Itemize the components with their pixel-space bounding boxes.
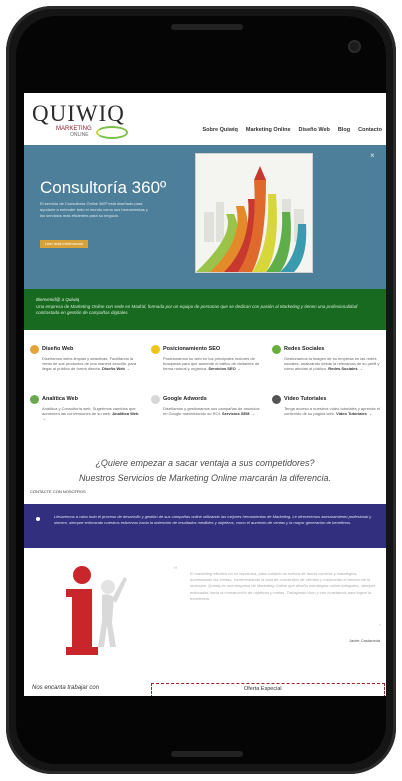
service-text: Gestionamos la imagen de su empresa en l… xyxy=(272,356,384,372)
logo-subtitle-2: ONLINE xyxy=(70,132,89,138)
service-redes-sociales: Redes Sociales Gestionamos la imagen de … xyxy=(272,345,384,372)
speaker-top xyxy=(171,24,243,30)
quote-open-icon: “ xyxy=(174,565,177,575)
quote-close-icon: ” xyxy=(379,625,381,631)
service-title: Redes Sociales xyxy=(272,345,384,354)
service-link[interactable]: Redes Sociales → xyxy=(328,366,362,371)
logo-swoosh-icon xyxy=(96,126,128,139)
service-text: Diseñamos y gestionamos sus campañas de … xyxy=(151,406,263,416)
service-link[interactable]: Servicios SEO → xyxy=(208,366,240,371)
camera-icon xyxy=(348,40,361,53)
service-title: Posicionamiento SEO xyxy=(151,345,263,354)
growth-chart-icon xyxy=(196,154,312,272)
process-band: Llevaremos a cabo todo el proceso de des… xyxy=(24,504,386,548)
service-title: Vídeo Tutoriales xyxy=(272,395,384,404)
service-title-text: Diseño Web xyxy=(42,346,74,352)
service-title: Analítica Web xyxy=(30,395,142,404)
nav-blog[interactable]: Blog xyxy=(338,127,350,133)
service-link[interactable]: Vídeo Tutoriales → xyxy=(336,411,372,416)
welcome-banner: Bienvenid@ a Quiwiq Una empresa de Marke… xyxy=(24,289,386,330)
special-offer-label: Oferta Especial xyxy=(244,686,282,692)
info-person-icon xyxy=(66,566,127,655)
service-title: Diseño Web xyxy=(30,345,142,354)
lightbulb-icon xyxy=(151,345,160,354)
nav-diseno-web[interactable]: Diseño Web xyxy=(299,127,330,133)
hero-close-icon[interactable]: × xyxy=(370,151,375,160)
service-text: Analítica y Consultoría web. Sugerimos c… xyxy=(30,406,142,422)
special-offer-box[interactable]: Oferta Especial xyxy=(151,683,385,696)
hero-text: El servicio de Consultoría Online 360º e… xyxy=(40,201,148,218)
service-title-text: Posicionamiento SEO xyxy=(163,346,221,352)
info-figure-illustration xyxy=(64,563,130,655)
hero-title: Consultoría 360º xyxy=(40,178,167,197)
service-link[interactable]: Servicios SEM → xyxy=(222,411,255,416)
testimonial-text: El marketing efectivo no se improvisa, p… xyxy=(190,571,376,601)
site-logo[interactable]: QUIWIQ xyxy=(32,102,125,125)
service-analitica-web: Analítica Web Analítica y Consultoría we… xyxy=(30,395,142,422)
main-nav: Sobre Quiwiq Marketing Online Diseño Web… xyxy=(202,127,382,133)
services-grid: Diseño Web Diseñamos webs limpias y atra… xyxy=(24,345,386,446)
service-title-text: Redes Sociales xyxy=(284,346,325,352)
speaker-bottom xyxy=(171,751,243,757)
cta-statement: Nuestros Servicios de Marketing Online m… xyxy=(78,473,332,483)
hero-growth-illustration xyxy=(195,153,313,273)
analytics-icon xyxy=(30,395,39,404)
service-text: Diseñamos webs limpias y atractivas. Fac… xyxy=(30,356,142,372)
service-text: Tenga acceso a nuestros vídeo tutoriales… xyxy=(272,406,384,416)
service-title: Google Adwords xyxy=(151,395,263,404)
testimonial-author: Javier Castaneda xyxy=(349,638,381,643)
video-icon xyxy=(272,395,281,404)
service-video-tutoriales: Vídeo Tutoriales Tenga acceso a nuestros… xyxy=(272,395,384,416)
site-header: QUIWIQ MARKETING ONLINE Sobre Quiwiq Mar… xyxy=(24,93,386,146)
bullet-icon xyxy=(36,517,40,521)
cta-question: ¿Quiere empezar a sacar ventaja a sus co… xyxy=(95,458,315,468)
clients-heading: Nos encanta trabajar con xyxy=(32,685,100,691)
service-google-adwords: Google Adwords Diseñamos y gestionamos s… xyxy=(151,395,263,416)
phone-screen: QUIWIQ MARKETING ONLINE Sobre Quiwiq Mar… xyxy=(24,93,386,696)
nav-sobre-quiwiq[interactable]: Sobre Quiwiq xyxy=(202,127,237,133)
service-link[interactable]: Diseño Web → xyxy=(102,366,130,371)
service-seo: Posicionamiento SEO Posicionamos su web … xyxy=(151,345,263,372)
service-title-text: Vídeo Tutoriales xyxy=(284,396,327,402)
nav-marketing-online[interactable]: Marketing Online xyxy=(246,127,291,133)
nav-contacto[interactable]: Contacto xyxy=(358,127,382,133)
social-network-icon xyxy=(272,345,281,354)
welcome-text: Una empresa de Marketing Online con sede… xyxy=(36,304,358,315)
service-text: Posicionamos su web en los principales m… xyxy=(151,356,263,372)
process-text: Llevaremos a cabo todo el proceso de des… xyxy=(54,514,372,525)
service-title-text: Google Adwords xyxy=(163,396,207,402)
hero-more-button[interactable]: Leer más información xyxy=(40,240,88,248)
service-diseno-web: Diseño Web Diseñamos webs limpias y atra… xyxy=(30,345,142,372)
welcome-title: Bienvenid@ a Quiwiq xyxy=(36,297,80,302)
hero-banner: Consultoría 360º El servicio de Consulto… xyxy=(24,145,386,295)
service-title-text: Analítica Web xyxy=(42,396,78,402)
web-design-icon xyxy=(30,345,39,354)
adwords-icon xyxy=(151,395,160,404)
contact-link[interactable]: CONTACTE CON NOSOTROS xyxy=(30,489,86,494)
